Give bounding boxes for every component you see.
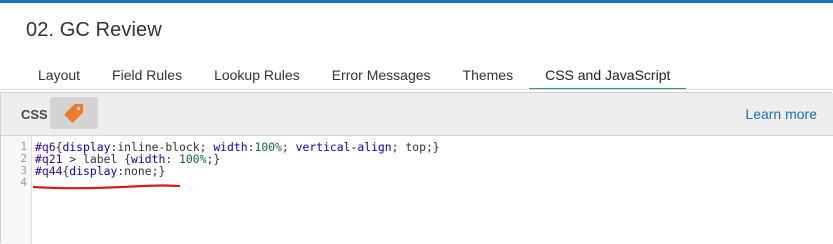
css-code-editor[interactable]: 1 2 3 4 #q6{display:inline-block; width:…: [1, 136, 833, 244]
line-number: 4: [20, 176, 27, 189]
code-token: 100%: [179, 152, 207, 166]
tab-field-rules[interactable]: Field Rules: [96, 59, 198, 90]
css-panel-header: CSS Learn more: [1, 93, 833, 136]
code-token: vertical-align: [295, 140, 392, 154]
tab-bar: Layout Field Rules Lookup Rules Error Me…: [22, 59, 687, 90]
top-accent-bar: [0, 0, 833, 3]
learn-more-link[interactable]: Learn more: [745, 106, 817, 122]
code-token: 100%: [254, 140, 282, 154]
code-token: ;}: [151, 164, 166, 178]
code-token: none: [124, 164, 152, 178]
tab-error-messages[interactable]: Error Messages: [316, 59, 447, 90]
code-token: ;: [391, 140, 406, 154]
css-panel: CSS Learn more 1 2 3 4 #q6{display:inlin…: [0, 92, 833, 244]
tag-button[interactable]: [50, 97, 98, 129]
tab-layout[interactable]: Layout: [22, 59, 96, 90]
tab-bar-divider: [0, 89, 833, 90]
code-token: ;}: [206, 152, 221, 166]
code-token: display: [69, 164, 118, 178]
css-label: CSS: [21, 107, 48, 122]
tag-icon: [64, 104, 83, 123]
line-number-gutter: 1 2 3 4: [1, 136, 32, 244]
tab-themes[interactable]: Themes: [447, 59, 530, 90]
code-token: ;}: [425, 140, 440, 154]
page-title: 02. GC Review: [26, 19, 162, 41]
code-token: #q44: [35, 164, 63, 178]
tab-css-and-javascript[interactable]: CSS and JavaScript: [529, 59, 687, 90]
red-underline-annotation: [33, 184, 181, 190]
code-token: :: [165, 152, 180, 166]
code-line: #q44{display:none;}: [35, 165, 165, 177]
tab-lookup-rules[interactable]: Lookup Rules: [198, 59, 316, 90]
code-token: ;: [281, 140, 296, 154]
code-token: top: [405, 140, 426, 154]
